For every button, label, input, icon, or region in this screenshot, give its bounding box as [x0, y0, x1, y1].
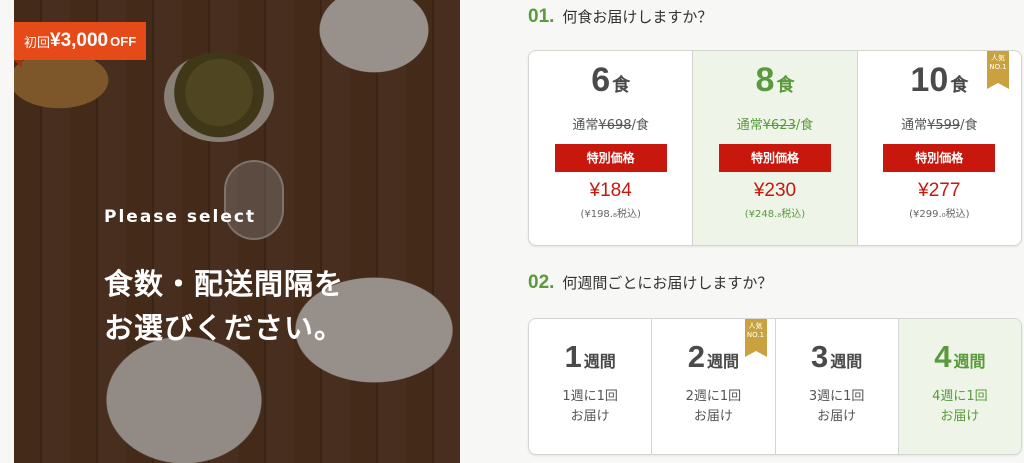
meal-count-number: 10 — [910, 61, 949, 99]
hero-subtitle: Please select — [104, 207, 257, 227]
special-price-label: 特別価格 — [554, 144, 667, 172]
meal-count: 6食 — [529, 61, 692, 100]
hero-image: 初回 ¥3,000 OFF Please select 食数・配送間隔を お選び… — [14, 0, 460, 463]
interval-option-3-weeks[interactable]: 3 週間 3週に1回お届け — [776, 319, 899, 454]
section2-title: 何週間ごとにお届けしますか？ — [562, 274, 773, 292]
interval-option-2-weeks[interactable]: 人気 NO.1 2 週間 2週に1回お届け — [652, 319, 776, 454]
section2-heading: 02. 何週間ごとにお届けしますか？ — [528, 272, 772, 294]
interval-count-unit: 週間 — [830, 354, 863, 371]
meal-count-unit: 食 — [776, 75, 795, 95]
special-price: ¥277 — [918, 180, 961, 201]
interval-description-line2: お届け — [570, 409, 610, 424]
badge-suffix: OFF — [110, 33, 137, 49]
interval-count-unit: 週間 — [583, 354, 616, 371]
interval-description-line1: 4週に1回 — [932, 389, 988, 404]
page: 初回 ¥3,000 OFF Please select 食数・配送間隔を お選び… — [0, 0, 1024, 463]
regular-price: 通常¥698/食 — [529, 114, 692, 133]
meal-count-unit: 食 — [950, 75, 969, 95]
interval-description: 3週に1回お届け — [776, 387, 898, 427]
section1-heading: 01. 何食お届けしますか？ — [528, 6, 712, 28]
section2-number: 02. — [528, 272, 555, 293]
first-order-discount-badge: 初回 ¥3,000 OFF — [14, 22, 147, 68]
interval-description: 1週に1回お届け — [529, 387, 651, 427]
meal-count-unit: 食 — [612, 75, 631, 95]
hero-title-line2: お選びください。 — [104, 311, 345, 345]
hero-title-line1: 食数・配送間隔を — [104, 267, 345, 301]
meal-count-number: 6 — [591, 61, 611, 99]
regular-price-suffix: /食 — [795, 118, 814, 133]
popular-ribbon-label: 人気 — [990, 54, 1005, 62]
interval-description-line2: お届け — [817, 409, 857, 424]
regular-price-suffix: /食 — [631, 118, 649, 133]
regular-price-suffix: /食 — [960, 118, 978, 133]
interval-count-unit: 週間 — [953, 354, 986, 371]
section1-title: 何食お届けしますか？ — [562, 8, 713, 26]
regular-price-prefix: 通常 — [901, 118, 928, 133]
interval-count-number: 4 — [934, 339, 952, 374]
special-price-label: 特別価格 — [883, 144, 996, 172]
popular-ribbon: 人気 NO.1 — [986, 51, 1009, 89]
badge-prefix: 初回 — [24, 34, 51, 50]
meal-option-8[interactable]: 8食 通常¥623/食 特別価格 ¥230 (¥248.₈税込) — [693, 51, 858, 245]
popular-ribbon-label: 人気 — [748, 322, 763, 330]
interval-count: 1 週間 — [529, 339, 651, 375]
special-price-label: 特別価格 — [718, 144, 831, 172]
meal-count-number: 8 — [755, 61, 775, 99]
popular-ribbon: 人気 NO.1 — [744, 319, 767, 357]
special-price: ¥184 — [589, 180, 632, 201]
interval-description: 2週に1回お届け — [652, 387, 774, 427]
interval-description-line1: 3週に1回 — [808, 389, 865, 404]
delivery-interval-options: 1 週間 1週に1回 お届け 人気 NO.1 2 週間 2週に1回 お届け 3 週間 3週に… — [528, 318, 1022, 455]
interval-count-unit: 週間 — [706, 354, 739, 371]
section1-number: 01. — [528, 6, 555, 27]
regular-price-prefix: 通常 — [572, 118, 599, 133]
regular-price-prefix: 通常 — [736, 118, 763, 133]
hero-title: 食数・配送間隔を お選びください。 — [104, 262, 344, 350]
interval-count-number: 3 — [810, 339, 829, 374]
interval-option-4-weeks[interactable]: 4 週間 4週に1回お届け — [898, 319, 1021, 454]
interval-count-number: 1 — [564, 339, 582, 374]
meal-option-10[interactable]: 人気 NO.1 10 食 通常¥599/食 特別価格 ¥277 (¥299.₀税込) — [858, 51, 1021, 245]
popular-ribbon-rank: NO.1 — [746, 331, 765, 339]
regular-price: 通常¥623/食 — [693, 114, 856, 133]
interval-count: 3 週間 — [776, 339, 898, 375]
interval-count-number: 2 — [687, 339, 705, 374]
interval-description: 4週に1回お届け — [899, 387, 1021, 427]
regular-price-value: ¥698 — [598, 118, 632, 133]
meal-option-6[interactable]: 6食 通常¥698/食 特別価格 ¥184 (¥198.₈税込) — [529, 51, 694, 245]
tax-included-price: (¥299.₀税込) — [909, 209, 970, 220]
popular-ribbon-rank: NO.1 — [989, 63, 1007, 71]
badge-amount: ¥3,000 — [50, 30, 109, 51]
regular-price-value: ¥623 — [762, 118, 796, 133]
interval-description-line1: 2週に1回 — [685, 389, 742, 404]
regular-price: 通常¥599/食 — [858, 114, 1021, 133]
interval-description-line2: お届け — [693, 409, 733, 424]
special-price: ¥230 — [753, 180, 797, 201]
meal-count-options: 6食 通常¥698/食 特別価格 ¥184 (¥198.₈税込) 8食 通常¥6… — [528, 50, 1022, 246]
hero-overlay — [14, 0, 460, 463]
meal-count: 8食 — [693, 61, 856, 100]
interval-count: 4 週間 — [899, 339, 1021, 375]
tax-included-price: (¥198.₈税込) — [580, 209, 641, 220]
tax-included-price: (¥248.₈税込) — [744, 209, 806, 220]
regular-price-value: ¥599 — [927, 118, 961, 133]
interval-description-line1: 1週に1回 — [562, 389, 618, 404]
interval-option-1-week[interactable]: 1 週間 1週に1回お届け — [529, 319, 653, 454]
interval-description-line2: お届け — [940, 409, 980, 424]
